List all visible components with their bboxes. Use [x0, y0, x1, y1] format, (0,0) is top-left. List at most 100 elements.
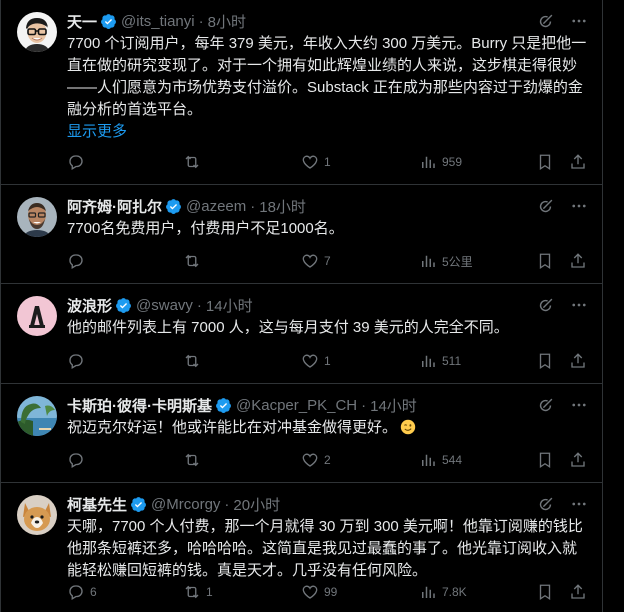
author-name[interactable]: 阿齐姆·阿扎尔	[67, 196, 162, 217]
tweet-text-block: 祝迈克尔好运！他或许能比在对冲基金做得更好。	[67, 417, 588, 439]
winking-face-emoji-icon	[400, 419, 416, 435]
more-options-icon[interactable]	[570, 396, 588, 414]
avatar[interactable]	[17, 296, 57, 336]
separator-dot: ·	[224, 495, 230, 513]
bookmark-button[interactable]	[536, 352, 554, 370]
bookmark-button[interactable]	[536, 583, 554, 601]
like-count: 2	[324, 453, 331, 467]
author-handle[interactable]: @swavy	[136, 297, 193, 314]
heart-icon	[302, 585, 318, 599]
retweet-button[interactable]	[183, 451, 206, 469]
retweet-icon	[185, 354, 199, 368]
more-options-icon[interactable]	[570, 12, 588, 30]
share-button[interactable]	[569, 451, 587, 469]
bookmark-button[interactable]	[536, 451, 554, 469]
tweet[interactable]: 天一 @its_tianyi · 8小时 7700 个订阅用户，每年 379 美…	[1, 0, 602, 185]
views-button[interactable]: 7.8K	[419, 583, 467, 601]
timestamp[interactable]: 20小时	[233, 494, 280, 515]
share-button[interactable]	[569, 352, 587, 370]
analytics-icon	[422, 355, 435, 367]
separator-dot: ·	[196, 296, 202, 314]
timestamp[interactable]: 8小时	[208, 11, 246, 32]
grok-icon[interactable]	[537, 198, 554, 215]
feed-right-border	[602, 0, 603, 612]
reply-button[interactable]	[67, 153, 90, 171]
like-count: 1	[324, 155, 331, 169]
author-handle[interactable]: @Mrcorgy	[151, 496, 220, 513]
view-count: 5公里	[442, 254, 473, 269]
verified-badge-icon	[116, 297, 131, 313]
share-icon	[571, 253, 585, 268]
views-button[interactable]: 5公里	[419, 252, 473, 270]
reply-button[interactable]	[67, 451, 90, 469]
view-count: 511	[442, 354, 462, 368]
retweet-button[interactable]	[183, 352, 206, 370]
avatar[interactable]	[17, 197, 57, 237]
views-button[interactable]: 959	[419, 153, 462, 171]
timestamp[interactable]: 14小时	[370, 395, 417, 416]
verified-badge-icon	[131, 496, 146, 512]
author-name[interactable]: 天一	[67, 11, 97, 32]
view-count: 7.8K	[442, 585, 467, 599]
tweet-text: 天哪，7700 个人付费，那一个月就得 30 万到 300 美元啊！他靠订阅赚的…	[67, 518, 583, 579]
like-button[interactable]: 7	[301, 252, 331, 270]
timestamp[interactable]: 14小时	[206, 295, 253, 316]
heart-icon	[302, 354, 318, 368]
retweet-icon	[185, 254, 199, 268]
retweet-button[interactable]	[183, 153, 206, 171]
show-more-link[interactable]: 显示更多	[67, 121, 588, 143]
grok-icon[interactable]	[537, 297, 554, 314]
avatar[interactable]	[17, 396, 57, 436]
grok-icon[interactable]	[537, 13, 554, 30]
like-button[interactable]: 1	[301, 153, 331, 171]
like-button[interactable]: 2	[301, 451, 331, 469]
share-button[interactable]	[569, 583, 587, 601]
author-handle[interactable]: @its_tianyi	[121, 13, 195, 30]
share-icon	[571, 154, 585, 169]
more-options-icon[interactable]	[570, 296, 588, 314]
grok-icon[interactable]	[537, 397, 554, 414]
heart-icon	[302, 254, 318, 268]
share-button[interactable]	[569, 153, 587, 171]
tweet[interactable]: 柯基先生 @Mrcorgy · 20小时 天哪，7700 个人付费，那一个月就得…	[1, 483, 602, 612]
reply-count: 6	[90, 585, 97, 599]
tweet[interactable]: 波浪形 @swavy · 14小时 他的邮件列表上有 7000 人，这与每月支付…	[1, 284, 602, 384]
heart-icon	[302, 453, 318, 467]
reply-button[interactable]	[67, 252, 90, 270]
share-button[interactable]	[569, 252, 587, 270]
avatar[interactable]	[17, 495, 57, 535]
separator-dot: ·	[250, 197, 256, 215]
grok-icon[interactable]	[537, 496, 554, 513]
retweet-button[interactable]	[183, 252, 206, 270]
tweet-text: 7700 个订阅用户，每年 379 美元，年收入大约 300 万美元。Burry…	[67, 35, 587, 118]
view-count: 544	[442, 453, 463, 467]
avatar[interactable]	[17, 12, 57, 52]
heart-icon	[302, 155, 318, 169]
like-button[interactable]: 1	[301, 352, 331, 370]
reply-button[interactable]: 6	[67, 583, 97, 601]
tweet-actions: 1 511	[67, 351, 588, 371]
tweet[interactable]: 卡斯珀·彼得·卡明斯基 @Kacper_PK_CH · 14小时 祝迈克尔好运！…	[1, 384, 602, 483]
author-name[interactable]: 波浪形	[67, 295, 112, 316]
author-name[interactable]: 柯基先生	[67, 494, 127, 515]
like-count: 7	[324, 254, 331, 268]
views-button[interactable]: 544	[419, 451, 462, 469]
author-name[interactable]: 卡斯珀·彼得·卡明斯基	[67, 395, 212, 416]
like-button[interactable]: 99	[301, 583, 337, 601]
timestamp[interactable]: 18小时	[259, 196, 306, 217]
author-handle[interactable]: @azeem	[186, 198, 246, 215]
more-options-icon[interactable]	[570, 495, 588, 513]
reply-icon	[69, 254, 83, 269]
retweet-button[interactable]: 1	[183, 583, 213, 601]
tweet[interactable]: 阿齐姆·阿扎尔 @azeem · 18小时 7700名免费用户，付费用户不足10…	[1, 185, 602, 284]
more-options-icon[interactable]	[570, 197, 588, 215]
reply-button[interactable]	[67, 352, 90, 370]
bookmark-icon	[539, 253, 551, 270]
views-button[interactable]: 511	[419, 352, 461, 370]
bookmark-icon	[539, 584, 551, 601]
bookmark-button[interactable]	[536, 153, 554, 171]
tweet-text: 祝迈克尔好运！他或许能比在对冲基金做得更好。	[67, 419, 398, 436]
share-icon	[571, 452, 585, 467]
author-handle[interactable]: @Kacper_PK_CH	[236, 397, 357, 414]
bookmark-button[interactable]	[536, 252, 554, 270]
